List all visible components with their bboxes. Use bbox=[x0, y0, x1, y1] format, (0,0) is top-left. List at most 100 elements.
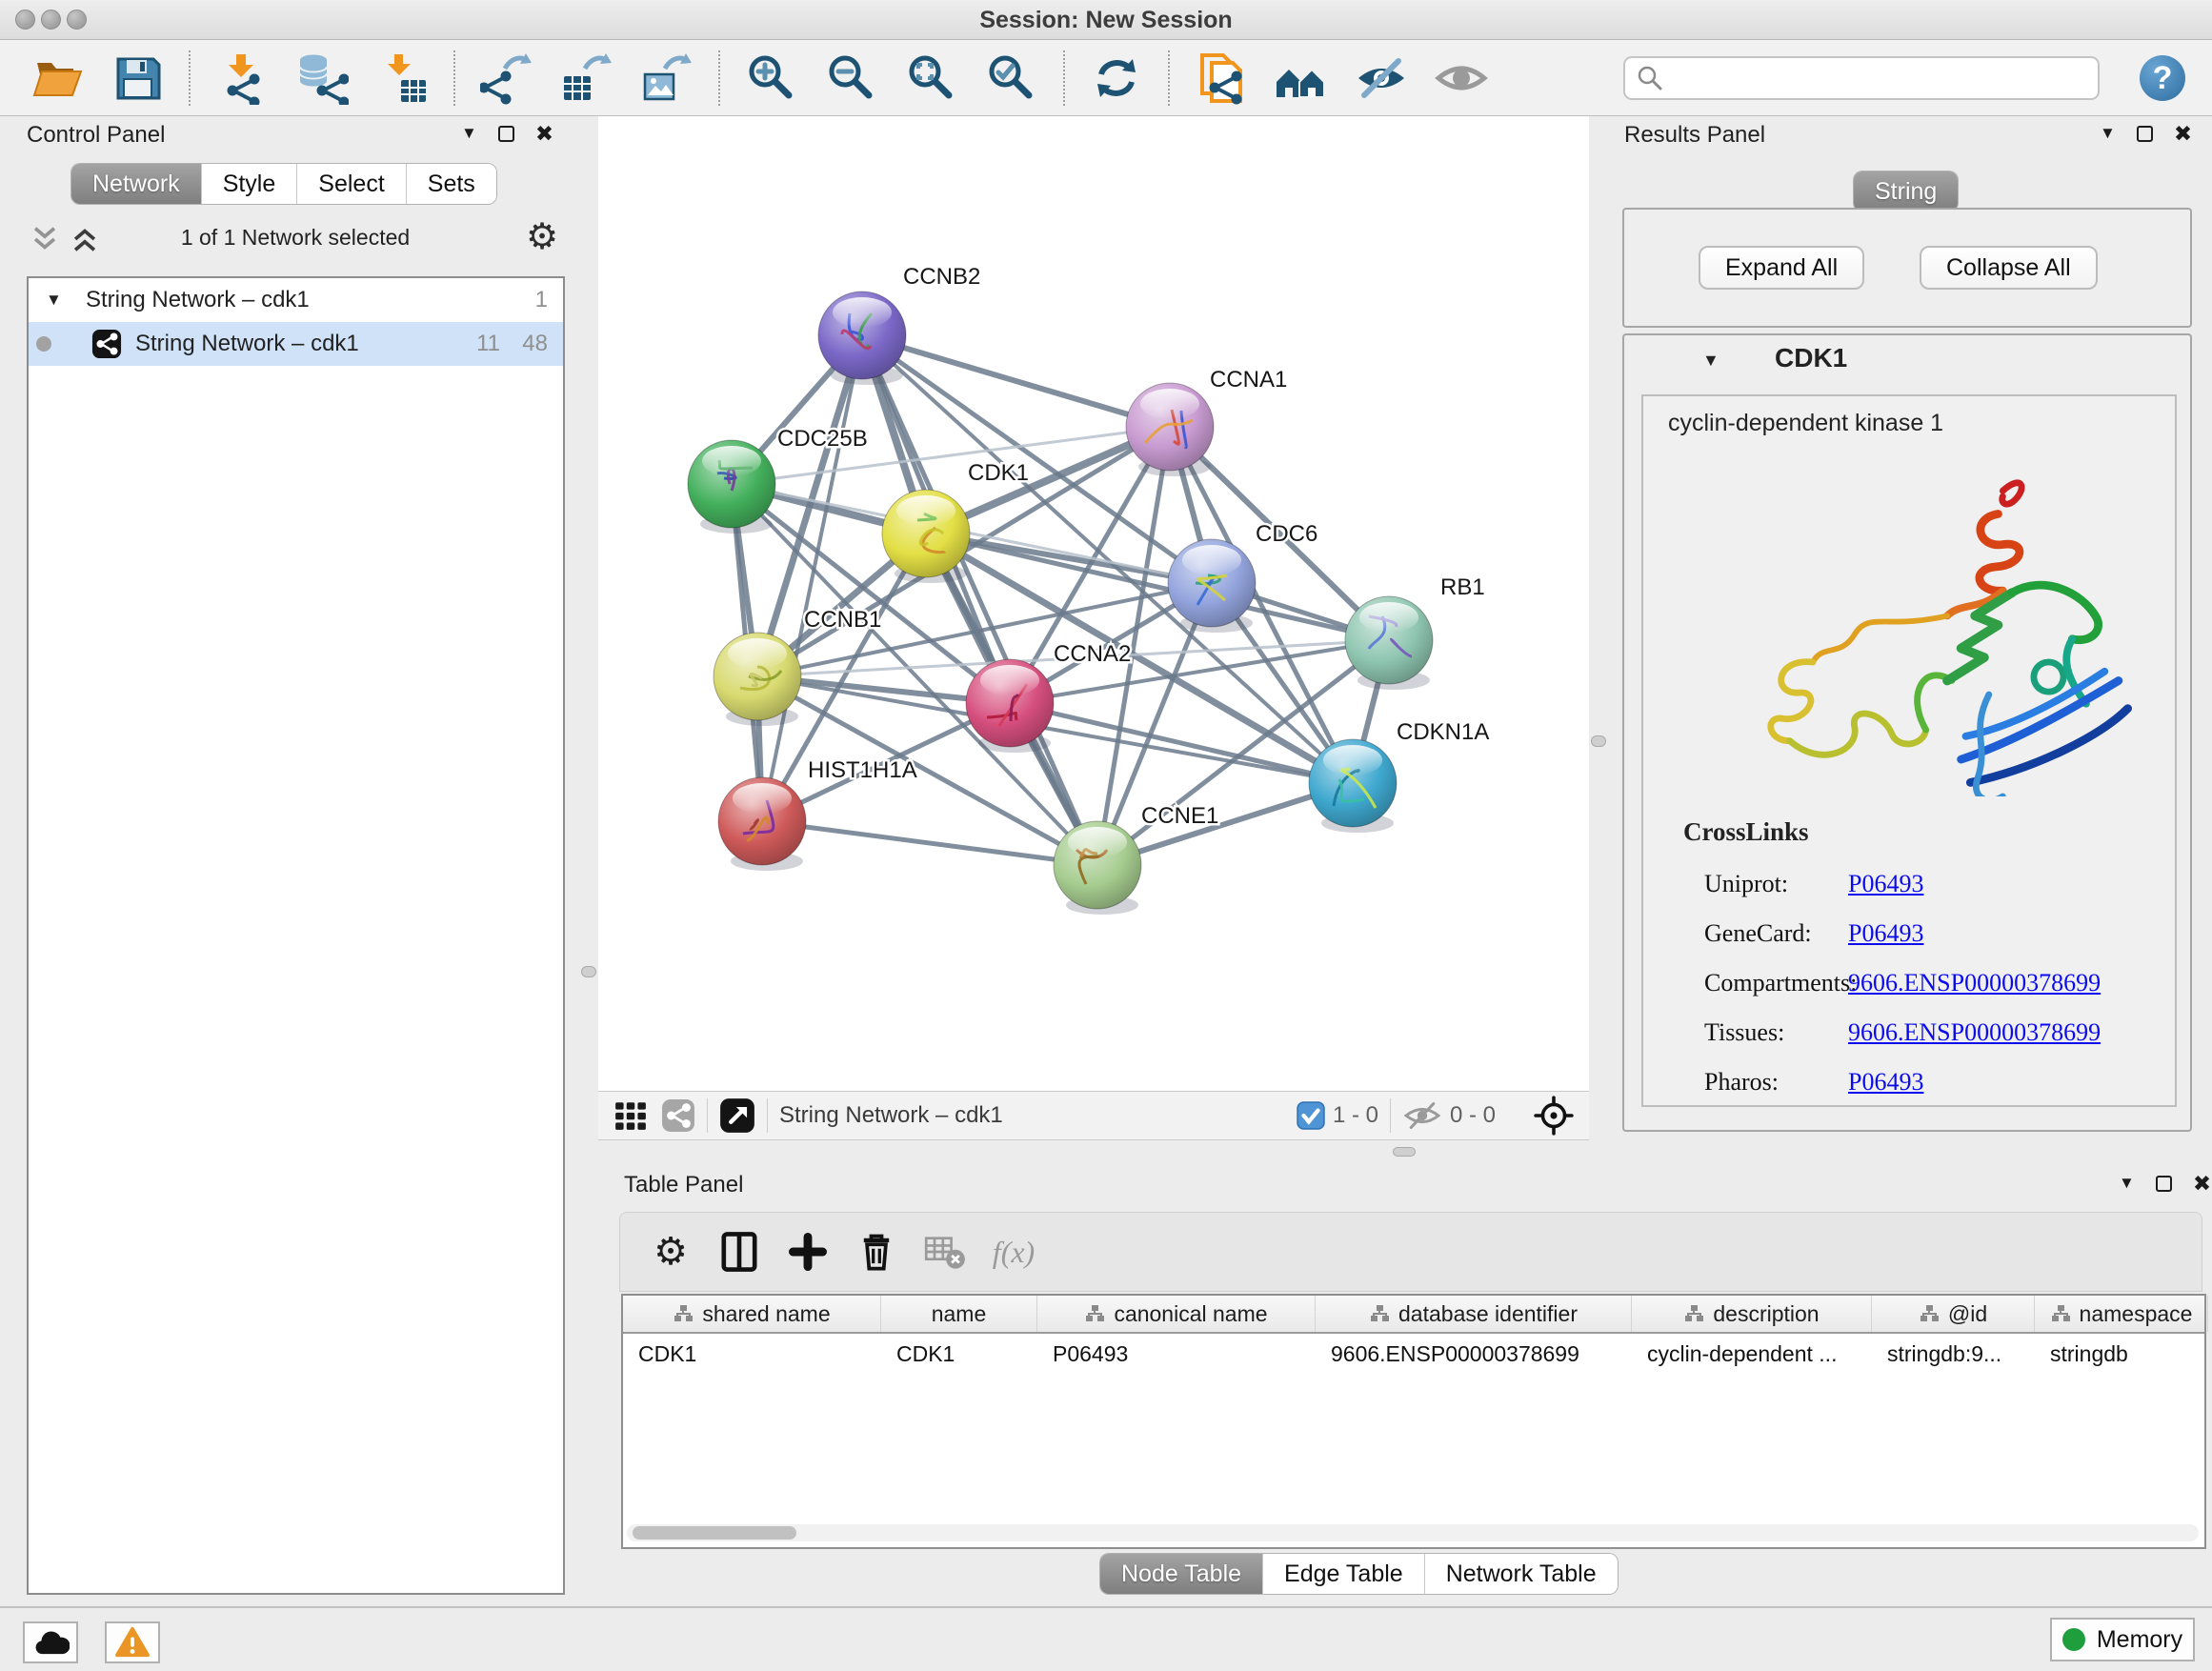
table-panel-float-icon[interactable] bbox=[2156, 1176, 2172, 1192]
birdseye-view-icon[interactable] bbox=[719, 1097, 755, 1134]
results-panel-menu-icon[interactable]: ▼ bbox=[2100, 124, 2116, 143]
delete-table-icon[interactable] bbox=[917, 1228, 973, 1276]
network-node-CCNA2[interactable] bbox=[966, 659, 1054, 753]
table-hscrollbar[interactable] bbox=[627, 1524, 2199, 1541]
results-panel-close-icon[interactable]: ✖ bbox=[2174, 126, 2192, 142]
import-network-icon[interactable] bbox=[214, 50, 270, 106]
cell-@id[interactable]: stringdb:9... bbox=[1872, 1341, 2035, 1367]
save-session-icon[interactable] bbox=[110, 50, 165, 106]
export-network-icon[interactable] bbox=[479, 50, 534, 106]
column-header-@id[interactable]: @id bbox=[1872, 1296, 2035, 1332]
help-button[interactable]: ? bbox=[2140, 55, 2185, 101]
network-node-CCNE1[interactable] bbox=[1054, 821, 1141, 915]
collapse-all-button[interactable]: Collapse All bbox=[1920, 246, 2098, 290]
network-node-CCNA1[interactable] bbox=[1126, 383, 1214, 476]
left-splitter-handle[interactable] bbox=[581, 966, 596, 977]
network-row-selected[interactable]: String Network – cdk1 11 48 bbox=[29, 322, 563, 366]
network-node-RB1[interactable] bbox=[1345, 596, 1433, 690]
memory-button[interactable]: Memory bbox=[2050, 1618, 2195, 1661]
column-header-shared-name[interactable]: shared name bbox=[623, 1296, 881, 1332]
network-canvas[interactable]: CCNB2CCNA1CDC25BCDK1CDC6RB1CCNB1CCNA2CDK… bbox=[598, 116, 1589, 1091]
control-panel-menu-icon[interactable]: ▼ bbox=[461, 124, 477, 143]
warnings-button[interactable] bbox=[105, 1621, 160, 1663]
table-panel-menu-icon[interactable]: ▼ bbox=[2119, 1174, 2135, 1193]
grid-view-icon[interactable] bbox=[613, 1098, 648, 1133]
tree-expander-icon[interactable]: ▼ bbox=[46, 291, 62, 310]
control-panel-close-icon[interactable]: ✖ bbox=[535, 126, 553, 142]
tab-network-table[interactable]: Network Table bbox=[1424, 1554, 1618, 1594]
column-header-name[interactable]: name bbox=[881, 1296, 1037, 1332]
network-node-CDC6[interactable] bbox=[1168, 539, 1256, 633]
right-splitter-handle[interactable] bbox=[1591, 735, 1606, 747]
minimize-window-button[interactable] bbox=[41, 10, 61, 30]
bottom-splitter-handle[interactable] bbox=[1393, 1147, 1416, 1157]
table-hscrollbar-thumb[interactable] bbox=[633, 1526, 796, 1540]
column-header-database-identifier[interactable]: database identifier bbox=[1316, 1296, 1632, 1332]
cell-database-identifier[interactable]: 9606.ENSP00000378699 bbox=[1316, 1341, 1632, 1367]
control-panel-float-icon[interactable] bbox=[498, 126, 514, 142]
zoom-fit-icon[interactable] bbox=[904, 50, 959, 106]
crosslink-link[interactable]: P06493 bbox=[1848, 919, 1923, 948]
export-table-icon[interactable] bbox=[559, 50, 614, 106]
search-box[interactable] bbox=[1623, 56, 2100, 100]
table-row[interactable]: CDK1CDK1P064939606.ENSP00000378699cyclin… bbox=[623, 1334, 2204, 1374]
network-node-CDKN1A[interactable] bbox=[1309, 739, 1397, 833]
search-input[interactable] bbox=[1673, 64, 2098, 92]
cell-canonical-name[interactable]: P06493 bbox=[1037, 1341, 1316, 1367]
close-window-button[interactable] bbox=[15, 10, 35, 30]
refresh-layout-icon[interactable] bbox=[1089, 50, 1144, 106]
crosslink-link[interactable]: P06493 bbox=[1848, 1068, 1923, 1097]
network-collection-row[interactable]: ▼ String Network – cdk1 1 bbox=[29, 278, 563, 322]
network-edge-CCNA2-CDKN1A[interactable] bbox=[1010, 703, 1353, 783]
selected-checkbox-icon[interactable] bbox=[1297, 1101, 1325, 1130]
zoom-out-icon[interactable] bbox=[824, 50, 879, 106]
entry-expander-icon[interactable]: ▼ bbox=[1702, 351, 1719, 371]
network-edge-CCNB2-CCNE1[interactable] bbox=[862, 335, 1097, 865]
network-edge-CCNB2-HIST1H1A[interactable] bbox=[762, 335, 862, 821]
export-image-icon[interactable] bbox=[639, 50, 694, 106]
cell-namespace[interactable]: stringdb bbox=[2035, 1341, 2208, 1367]
network-node-CDK1[interactable] bbox=[882, 490, 970, 583]
network-options-gear-icon[interactable]: ⚙ bbox=[526, 215, 558, 258]
fit-selection-crosshair-icon[interactable] bbox=[1534, 1096, 1574, 1136]
hide-selected-icon[interactable] bbox=[1354, 50, 1409, 106]
show-all-icon[interactable] bbox=[1434, 50, 1489, 106]
open-session-icon[interactable] bbox=[30, 50, 85, 106]
import-database-icon[interactable] bbox=[294, 50, 350, 106]
table-settings-gear-icon[interactable]: ⚙ bbox=[643, 1228, 698, 1276]
network-node-HIST1H1A[interactable] bbox=[718, 777, 806, 871]
delete-column-trash-icon[interactable] bbox=[849, 1228, 904, 1276]
first-neighbors-icon[interactable] bbox=[1274, 50, 1329, 106]
column-header-description[interactable]: description bbox=[1632, 1296, 1872, 1332]
network-node-CCNB1[interactable] bbox=[714, 633, 801, 726]
zoom-window-button[interactable] bbox=[67, 10, 87, 30]
crosslink-link[interactable]: 9606.ENSP00000378699 bbox=[1848, 1018, 2101, 1047]
cell-shared-name[interactable]: CDK1 bbox=[623, 1341, 881, 1367]
tab-string[interactable]: String bbox=[1854, 171, 1958, 211]
function-builder-icon[interactable]: f(x) bbox=[986, 1228, 1041, 1276]
table-panel-close-icon[interactable]: ✖ bbox=[2193, 1176, 2211, 1192]
column-header-canonical-name[interactable]: canonical name bbox=[1037, 1296, 1316, 1332]
add-column-icon[interactable] bbox=[780, 1228, 835, 1276]
network-node-CDC25B[interactable] bbox=[688, 440, 775, 534]
network-edge-CDK1-RB1[interactable] bbox=[926, 534, 1389, 640]
network-edge-CCNB2-CCNA1[interactable] bbox=[862, 335, 1170, 427]
network-edge-HIST1H1A-CCNE1[interactable] bbox=[762, 821, 1097, 865]
tab-node-table[interactable]: Node Table bbox=[1100, 1554, 1262, 1594]
tab-style[interactable]: Style bbox=[201, 164, 297, 204]
zoom-selected-icon[interactable] bbox=[984, 50, 1039, 106]
tab-network[interactable]: Network bbox=[71, 164, 201, 204]
network-view-icon[interactable] bbox=[661, 1098, 695, 1133]
zoom-in-icon[interactable] bbox=[744, 50, 799, 106]
cell-name[interactable]: CDK1 bbox=[881, 1341, 1037, 1367]
tab-edge-table[interactable]: Edge Table bbox=[1262, 1554, 1424, 1594]
hidden-eye-icon[interactable] bbox=[1402, 1099, 1442, 1132]
results-panel-float-icon[interactable] bbox=[2137, 126, 2153, 142]
clone-network-icon[interactable] bbox=[1194, 50, 1249, 106]
tab-select[interactable]: Select bbox=[296, 164, 405, 204]
cell-description[interactable]: cyclin-dependent ... bbox=[1632, 1341, 1872, 1367]
crosslink-link[interactable]: 9606.ENSP00000378699 bbox=[1848, 969, 2101, 997]
cloud-button[interactable] bbox=[23, 1621, 78, 1663]
column-header-namespace[interactable]: namespace bbox=[2035, 1296, 2208, 1332]
show-columns-icon[interactable] bbox=[712, 1228, 767, 1276]
